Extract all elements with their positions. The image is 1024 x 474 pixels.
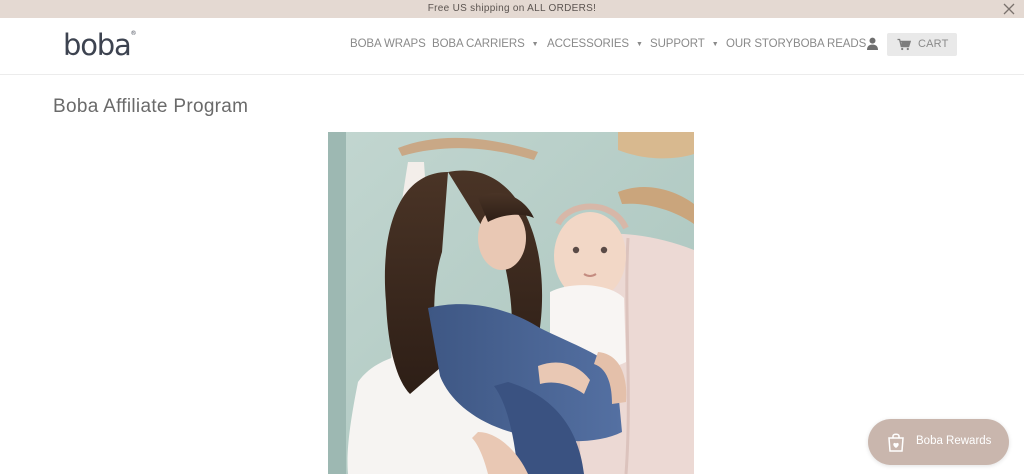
nav-boba-wraps-label: BOBA WRAPS — [350, 38, 426, 50]
nav-boba-reads-label: BOBA READS — [793, 38, 867, 50]
chevron-down-icon: ▼ — [531, 41, 539, 48]
nav-support[interactable]: SUPPORT ▼ — [650, 38, 719, 50]
boba-logo[interactable]: boba® — [63, 28, 137, 62]
nav-our-story-label: OUR STORY — [726, 38, 794, 50]
logo-text: boba — [63, 28, 132, 62]
cart-button[interactable]: CART — [887, 33, 957, 56]
chevron-down-icon: ▼ — [635, 41, 643, 48]
cart-label: CART — [918, 38, 949, 50]
site-header: boba® BOBA WRAPS BOBA CARRIERS ▼ ACCESSOR… — [0, 18, 1024, 75]
nav-boba-carriers-label: BOBA CARRIERS — [432, 38, 525, 50]
logo-registered-mark: ® — [130, 30, 137, 38]
user-icon[interactable] — [866, 37, 879, 50]
nav-boba-carriers[interactable]: BOBA CARRIERS ▼ — [432, 38, 539, 50]
hero-image — [328, 132, 694, 474]
chevron-down-icon: ▼ — [711, 41, 719, 48]
cart-icon — [897, 38, 911, 51]
announcement-bar: Free US shipping on ALL ORDERS! — [0, 0, 1024, 18]
nav-boba-wraps[interactable]: BOBA WRAPS — [350, 38, 426, 50]
nav-our-story[interactable]: OUR STORY — [726, 38, 793, 50]
nav-boba-reads[interactable]: BOBA READS — [793, 38, 866, 50]
rewards-bag-icon — [888, 433, 904, 452]
announcement-text: Free US shipping on ALL ORDERS! — [427, 3, 597, 14]
close-icon[interactable] — [1002, 2, 1016, 16]
nav-accessories-label: ACCESSORIES — [547, 38, 629, 50]
nav-accessories[interactable]: ACCESSORIES ▼ — [547, 38, 643, 50]
rewards-label: Boba Rewards — [916, 435, 992, 447]
rewards-launcher[interactable]: Boba Rewards — [868, 419, 1009, 465]
page-title: Boba Affiliate Program — [53, 96, 249, 117]
nav-support-label: SUPPORT — [650, 38, 705, 50]
